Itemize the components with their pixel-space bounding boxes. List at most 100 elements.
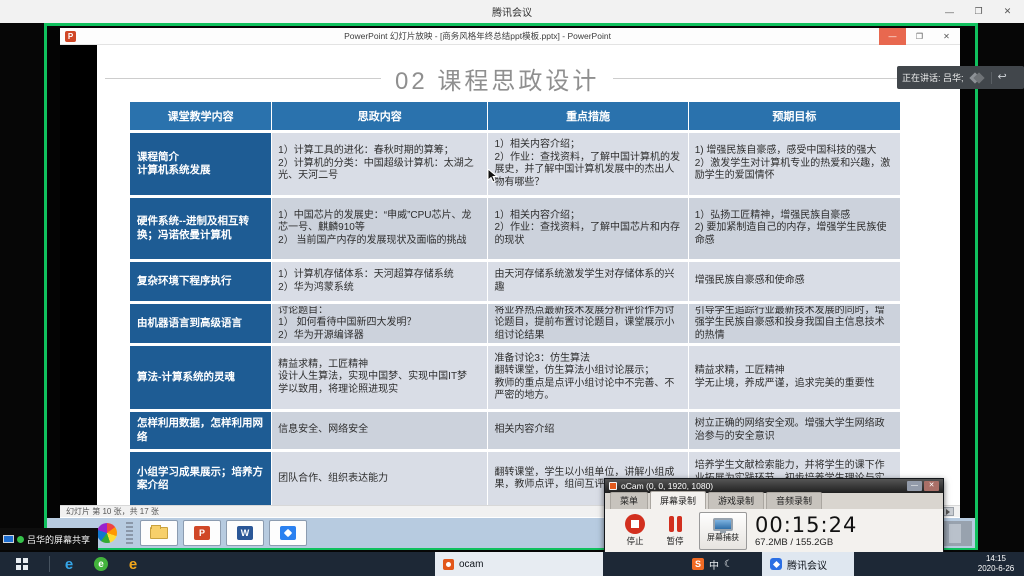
pause-button[interactable]: 暂停 [655,514,695,547]
start-button[interactable] [0,552,44,576]
table-row: 课程简介 计算机系统发展1）计算工具的进化：春秋时期的算筹； 2）计算机的分类：… [130,133,900,195]
ocam-toolbar: 停止 暂停 屏幕捕获 00:15:24 67.2MB / 155.2GB [605,509,943,552]
powerpoint-window: P PowerPoint 幻灯片放映 - [商务风格年终总结ppt模板.pptx… [60,28,960,518]
powerpoint-titlebar: P PowerPoint 幻灯片放映 - [商务风格年终总结ppt模板.pptx… [60,28,960,45]
course-table: 课堂教学内容思政内容重点措施预期目标课程简介 计算机系统发展1）计算工具的进化：… [129,99,901,505]
maximize-icon[interactable]: ❐ [964,0,993,23]
taskbar-meeting-button[interactable]: 腾讯会议 [762,552,854,576]
divider [49,556,50,572]
table-row: 怎样利用数据，怎样利用网络信息安全、网络安全相关内容介绍树立正确的网络安全观。增… [130,412,900,449]
table-cell: 1）计算工具的进化：春秋时期的算筹； 2）计算机的分类：中国超级计算机：太湖之光… [272,133,487,195]
ocam-minimize-icon[interactable]: — [907,481,922,491]
table-cell: 团队合作、组织表达能力 [272,452,487,505]
table-cell: 由天河存储系统激发学生对存储体系的兴趣 [488,262,687,301]
orange-browser-icon[interactable]: e [122,552,144,576]
capture-label: 屏幕捕获 [707,532,739,543]
table-row-header: 复杂环境下程序执行 [130,262,271,301]
ocam-task-label: ocam [459,559,483,570]
stop-label: 停止 [626,535,643,547]
table-row-header: 由机器语言到高级语言 [130,304,271,343]
sogou-ime-icon[interactable]: S [692,558,704,570]
quicklaunch-handle[interactable] [126,522,133,544]
share-banner-label: 吕华的屏幕共享 [27,533,90,546]
ocam-app-icon [609,482,617,490]
meeting-taskbar-icon[interactable] [269,520,307,546]
stop-button[interactable]: 停止 [615,514,655,547]
table-row-header: 课程简介 计算机系统发展 [130,133,271,195]
ocam-tab-4[interactable]: 音频录制 [766,492,822,509]
powerpoint-taskbar-icon[interactable]: P [183,520,221,546]
edge-browser-icon[interactable]: e [58,552,80,576]
ppt-restore-icon[interactable]: ❐ [906,28,933,45]
share-banner: 吕华的屏幕共享 [0,528,98,550]
mouse-cursor [488,169,499,183]
recording-timer: 00:15:24 [755,513,857,537]
file-explorer-icon[interactable] [140,520,178,546]
table-cell: 1）弘扬工匠精神，增强民族自豪感 2) 要加紧制造自己的内存，增强学生民族使命感 [689,198,900,259]
powerpoint-app-icon: P [65,31,76,42]
table-cell: 1）相关内容介绍； 2）作业：查找资料，了解中国芯片和内存的现状 [488,198,687,259]
title-rule-left [105,78,381,79]
ime-mode-indicator[interactable]: 中 [709,557,719,572]
table-cell: 信息安全、网络安全 [272,412,487,449]
ime-indicators[interactable]: S 中 ☾ [692,552,733,576]
table-header-cell: 思政内容 [272,102,487,130]
table-row-header: 小组学习成果展示；培养方案介绍 [130,452,271,505]
meeting-task-label: 腾讯会议 [787,557,827,572]
ocam-window: oCam (0, 0, 1920, 1080) — ✕ 菜单屏幕录制游戏录制音频… [604,478,944,553]
ocam-tab-1[interactable]: 菜单 [610,492,648,509]
recording-size: 67.2MB / 155.2GB [755,537,857,548]
monitor-icon [713,518,733,531]
table-cell: 1) 增强民族自豪感，感受中国科技的强大 2）激发学生对计算机专业的热爱和兴趣，… [689,133,900,195]
meeting-window-title: 腾讯会议 [0,4,1024,19]
pause-icon [669,514,682,534]
word-taskbar-icon[interactable]: W [226,520,264,546]
windows-logo-icon [16,558,28,570]
speaking-label: 正在讲话: 吕华; [902,71,964,84]
table-cell: 树立正确的网络安全观。增强大学生网络政治参与的安全意识 [689,412,900,449]
table-cell: 精益求精，工匠精神 学无止境，养成严谨，追求完美的重要性 [689,346,900,409]
screen-icon [3,535,14,543]
table-cell: 准备讨论3：仿生算法 翻转课堂，仿生算法小组讨论展示； 教师的重点是点评小组讨论… [488,346,687,409]
table-row-header: 硬件系统--进制及相互转换；冯诺依曼计算机 [130,198,271,259]
stop-icon [625,514,645,534]
tray-clock[interactable]: 14:15 2020-6-26 [968,552,1024,576]
ocam-window-title: oCam (0, 0, 1920, 1080) [621,481,905,491]
table-cell: 讨论题目： 1） 如何看待中国新四大发明？ 2）华为开源编译器 [272,304,487,343]
table-cell: 增强民族自豪感和使命感 [689,262,900,301]
ppt-close-icon[interactable]: ✕ [933,28,960,45]
table-row-header: 怎样利用数据，怎样利用网络 [130,412,271,449]
ocam-close-icon[interactable]: ✕ [924,481,939,491]
tray-time: 14:15 [986,554,1006,564]
taskbar-ocam-button[interactable]: ocam [435,552,603,576]
meeting-titlebar: 腾讯会议 — ❐ ✕ [0,0,1024,23]
table-cell: 1）计算机存储体系：天河超算存储系统 2）华为鸿蒙系统 [272,262,487,301]
slide-letterbox [60,45,97,505]
tray-date: 2020-6-26 [978,564,1014,574]
table-cell: 1）相关内容介绍； 2）作业：查找资料，了解中国计算机的发展史，并了解中国计算机… [488,133,687,195]
meeting-icon [770,558,782,570]
ocam-tab-3[interactable]: 游戏录制 [708,492,764,509]
moon-icon[interactable]: ☾ [724,559,733,570]
ppt-minimize-icon[interactable]: — [879,28,906,45]
pinwheel-icon[interactable] [97,523,117,543]
table-cell: 引导学生追踪行业最新技术发展的同时，增强学生民族自豪感和投身我国自主信息技术的热… [689,304,900,343]
return-arrow-icon[interactable]: ↩ [998,72,1007,83]
minimize-icon[interactable]: — [935,0,964,23]
ocam-tabs: 菜单屏幕录制游戏录制音频录制 [605,493,943,509]
mic-icon [17,536,24,543]
ocam-icon [443,559,454,570]
powerpoint-window-title: PowerPoint 幻灯片放映 - [商务风格年终总结ppt模板.pptx] … [76,30,879,42]
table-row: 算法-计算系统的灵魂精益求精，工匠精神 设计人生算法，实现中国梦、实现中国IT梦… [130,346,900,409]
slide-title: 02 课程思政设计 [395,61,599,96]
slide-canvas: 02 课程思政设计 课堂教学内容思政内容重点措施预期目标课程简介 计算机系统发展… [97,45,960,505]
green-browser-icon[interactable]: e [90,552,112,576]
close-icon[interactable]: ✕ [993,0,1022,23]
table-row-header: 算法-计算系统的灵魂 [130,346,271,409]
ocam-tab-2[interactable]: 屏幕录制 [650,491,706,509]
table-cell: 精益求精，工匠精神 设计人生算法，实现中国梦、实现中国IT梦 学以致用，将理论照… [272,346,487,409]
table-cell: 1）中国芯片的发展史：“申威”CPU芯片、龙芯一号、麒麟910等 2） 当前国产… [272,198,487,259]
table-header-cell: 重点措施 [488,102,687,130]
screen-capture-button[interactable]: 屏幕捕获 [699,512,747,550]
table-row: 由机器语言到高级语言讨论题目： 1） 如何看待中国新四大发明？ 2）华为开源编译… [130,304,900,343]
